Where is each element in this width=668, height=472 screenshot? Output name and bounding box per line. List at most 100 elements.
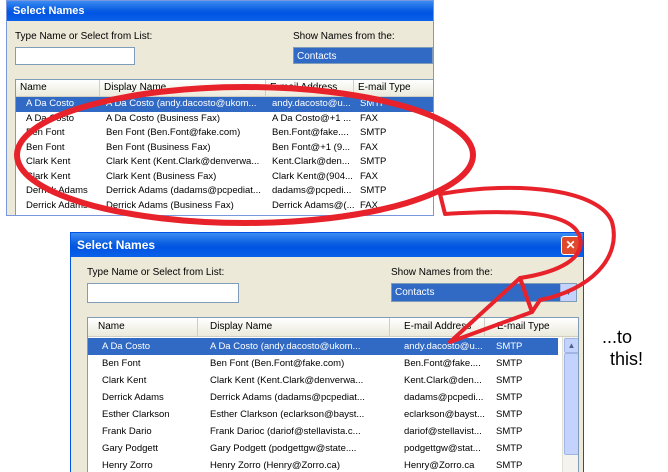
new-col-email-type[interactable]: E-mail Type <box>485 318 578 336</box>
row-name: Ben Font <box>26 127 65 138</box>
scroll-up-icon[interactable]: ▲ <box>564 338 578 353</box>
row-name: Derrick Adams <box>102 392 164 403</box>
row-display: A Da Costo (andy.dacosto@ukom... <box>210 341 361 352</box>
row-name: A Da Costo <box>26 98 75 109</box>
row-email: Ben.Font@fake.... <box>272 127 349 138</box>
table-row[interactable]: Clark Kent Clark Kent (Business Fax) Clark… <box>16 170 433 185</box>
new-show-names-label: Show Names from the: <box>391 267 493 278</box>
old-col-name[interactable]: Name <box>16 80 100 96</box>
new-col-name[interactable]: Name <box>88 318 198 336</box>
row-type: SMTP <box>360 127 387 138</box>
old-col-display-name[interactable]: Display Name <box>100 80 266 96</box>
row-display: Derrick Adams (dadams@pcpediat... <box>210 392 365 403</box>
row-type: SMTP <box>496 392 523 403</box>
old-col-email-address[interactable]: E-mail Address <box>266 80 354 96</box>
row-name: Frank Dario <box>102 426 152 437</box>
row-name: Esther Clarkson <box>102 409 170 420</box>
new-address-book-select[interactable]: Contacts ▼ <box>391 283 577 302</box>
row-email: Ben Font@+1 (9... <box>272 141 351 153</box>
row-name: Clark Kent <box>26 170 71 182</box>
row-email: andy.dacosto@u... <box>404 341 483 352</box>
row-type: SMTP <box>496 460 523 471</box>
row-display: A Da Costo (Business Fax) <box>106 112 221 124</box>
table-row[interactable]: Derrick Adams Derrick Adams (dadams@pcped… <box>88 389 558 406</box>
row-type: SMTP <box>496 375 523 386</box>
row-email: andy.dacosto@u... <box>272 98 351 109</box>
row-display: Ben Font (Business Fax) <box>106 141 211 153</box>
new-col-display-name[interactable]: Display Name <box>198 318 390 336</box>
new-select-names-dialog: Select Names ✕ Type Name or Select from … <box>70 232 584 472</box>
table-row[interactable]: A Da Costo A Da Costo (andy.dacosto@ukom.… <box>16 97 433 112</box>
old-show-names-label: Show Names from the: <box>293 31 395 42</box>
row-name: A Da Costo <box>102 341 151 352</box>
row-name: Ben Font <box>26 141 65 153</box>
table-row[interactable]: Clark Kent Clark Kent (Kent.Clark@denverw… <box>16 155 433 170</box>
table-row[interactable]: Gary Podgett Gary Podgett (podgettgw@stat… <box>88 440 558 457</box>
table-row[interactable]: Ben Font Ben Font (Ben.Font@fake.com) Ben.… <box>88 355 558 372</box>
old-type-name-input[interactable] <box>15 47 135 65</box>
row-type: SMTP <box>360 156 387 167</box>
new-type-name-input[interactable] <box>87 283 239 303</box>
callout-line-2: this! <box>610 349 644 369</box>
row-type: FAX <box>360 199 378 211</box>
old-col-email-type[interactable]: E-mail Type <box>354 80 433 96</box>
row-name: Gary Podgett <box>102 443 158 454</box>
row-email: eclarkson@bayst... <box>404 409 485 420</box>
row-name: Clark Kent <box>102 375 147 386</box>
old-type-name-label: Type Name or Select from List: <box>15 31 153 42</box>
table-row[interactable]: Derrick Adams Derrick Adams (dadams@pcped… <box>16 184 433 199</box>
old-address-book-select[interactable]: Contacts <box>293 47 433 64</box>
row-type: SMTP <box>360 185 387 196</box>
row-type: SMTP <box>496 426 523 437</box>
row-name: Derrick Adams <box>26 199 88 211</box>
scroll-thumb[interactable] <box>564 353 578 455</box>
callout-line-1: ...to <box>602 327 633 347</box>
row-display: Clark Kent (Kent.Clark@denverwa... <box>106 156 260 167</box>
table-row[interactable]: Henry Zorro Henry Zorro (Henry@Zorro.ca) H… <box>88 457 558 472</box>
row-display: A Da Costo (andy.dacosto@ukom... <box>106 98 257 109</box>
row-email: Clark Kent@(904... <box>272 170 353 182</box>
row-name: Clark Kent <box>26 156 71 167</box>
table-row[interactable]: A Da Costo A Da Costo (andy.dacosto@ukom.… <box>88 338 558 355</box>
row-name: Ben Font <box>102 358 141 369</box>
row-display: Ben Font (Ben.Font@fake.com) <box>106 127 241 138</box>
new-dialog-title: Select Names <box>71 233 583 257</box>
row-name: Henry Zorro <box>102 460 153 471</box>
callout-text: ...to this! <box>602 326 668 370</box>
row-email: dariof@stellavist... <box>404 426 482 437</box>
row-type: SMTP <box>496 443 523 454</box>
row-type: FAX <box>360 112 378 124</box>
close-icon[interactable]: ✕ <box>561 236 580 255</box>
table-row[interactable]: Frank Dario Frank Darioc (dariof@stellavi… <box>88 423 558 440</box>
row-email: A Da Costo@+1 ... <box>272 112 352 124</box>
new-names-list[interactable]: Name Display Name E-mail Address E-mail … <box>87 317 579 472</box>
old-address-book-value: Contacts <box>297 51 337 62</box>
row-display: Henry Zorro (Henry@Zorro.ca) <box>210 460 340 471</box>
row-email: dadams@pcpedi... <box>404 392 484 403</box>
row-email: dadams@pcpedi... <box>272 185 352 196</box>
row-type: SMTP <box>496 358 523 369</box>
row-name: Derrick Adams <box>26 185 88 196</box>
table-row[interactable]: Clark Kent Clark Kent (Kent.Clark@denverw… <box>88 372 558 389</box>
row-email: Derrick Adams@(... <box>272 199 355 211</box>
old-dialog-title: Select Names <box>7 1 433 21</box>
row-display: Ben Font (Ben.Font@fake.com) <box>210 358 345 369</box>
new-type-name-label: Type Name or Select from List: <box>87 267 225 278</box>
table-row[interactable]: Derrick Adams Derrick Adams (Business Fax… <box>16 199 433 214</box>
row-email: Kent.Clark@den... <box>272 156 350 167</box>
row-display: Derrick Adams (Business Fax) <box>106 199 234 211</box>
table-row[interactable]: Ben Font Ben Font (Ben.Font@fake.com) Ben.… <box>16 126 433 141</box>
old-names-list[interactable]: Name Display Name E-mail Address E-mail … <box>15 79 433 215</box>
row-type: SMTP <box>360 98 387 109</box>
table-row[interactable]: Esther Clarkson Esther Clarkson (eclarkso… <box>88 406 558 423</box>
new-col-email-address[interactable]: E-mail Address <box>390 318 485 336</box>
chevron-down-icon[interactable]: ▼ <box>560 284 576 301</box>
row-type: FAX <box>360 170 378 182</box>
table-row[interactable]: A Da Costo A Da Costo (Business Fax) A Da … <box>16 112 433 127</box>
table-row[interactable]: Ben Font Ben Font (Business Fax) Ben Font@… <box>16 141 433 156</box>
new-list-header: Name Display Name E-mail Address E-mail … <box>88 318 578 337</box>
row-display: Derrick Adams (dadams@pcpediat... <box>106 185 261 196</box>
row-email: Kent.Clark@den... <box>404 375 482 386</box>
old-list-header: Name Display Name E-mail Address E-mail … <box>16 80 433 97</box>
new-address-book-value: Contacts <box>395 287 435 298</box>
